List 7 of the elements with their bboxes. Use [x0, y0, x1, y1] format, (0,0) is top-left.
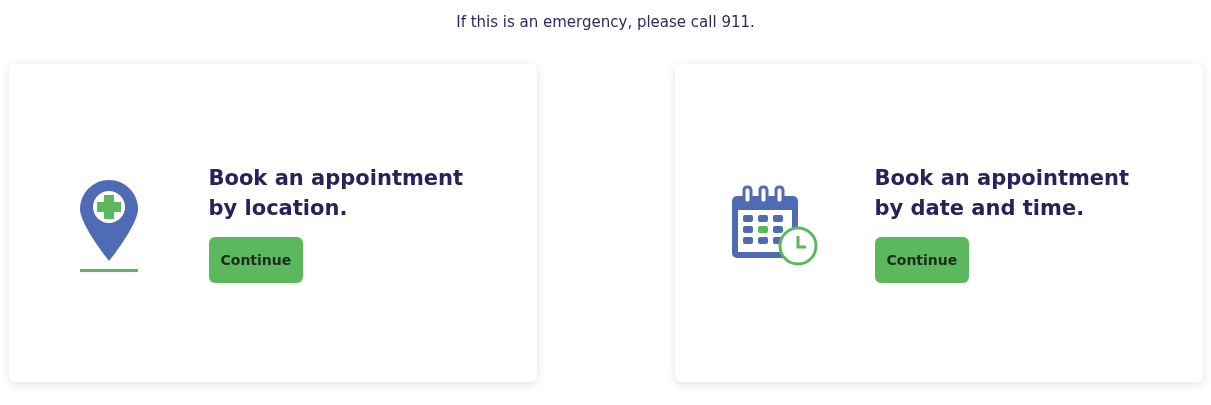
map-pin-icon: [77, 178, 140, 274]
continue-button[interactable]: Continue: [208, 237, 304, 283]
card-title: Book an appointment by location.: [208, 165, 465, 222]
emergency-notice: If this is an emergency, please call 911.: [456, 13, 755, 31]
card-title: Book an appointment by date and time.: [874, 165, 1131, 222]
calendar-clock-icon: [729, 184, 820, 268]
continue-button[interactable]: Continue: [874, 237, 970, 283]
